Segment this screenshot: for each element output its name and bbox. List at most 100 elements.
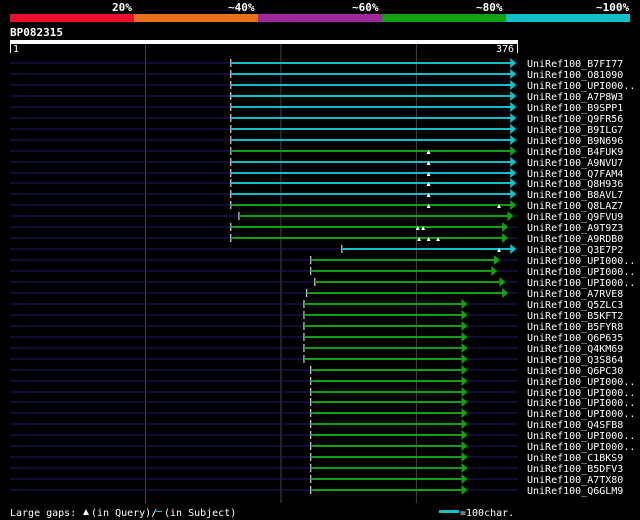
hit-alignment-bar[interactable] — [341, 248, 512, 250]
hit-alignment-bar[interactable] — [310, 445, 463, 447]
hit-alignment-bar[interactable] — [230, 128, 512, 130]
legend-color-segment — [10, 14, 134, 22]
hit-name-link[interactable]: UniRef100_B9N696 — [527, 136, 623, 147]
ruler-start-label: 1 — [13, 44, 19, 55]
gaps-label: Large gaps: — [10, 508, 76, 519]
hit-name-link[interactable]: UniRef100_UPI000.. — [527, 398, 635, 409]
legend-label: 20% — [112, 1, 132, 14]
hit-name-link[interactable]: UniRef100_UPI000.. — [527, 278, 635, 289]
scale-bar — [439, 510, 459, 513]
hit-alignment-bar[interactable] — [230, 139, 512, 141]
legend-label: ~80% — [476, 1, 503, 14]
hit-alignment-bar[interactable] — [230, 237, 504, 239]
hit-name-link[interactable]: UniRef100_Q5ZLC3 — [527, 300, 623, 311]
hit-alignment-bar[interactable] — [310, 467, 463, 469]
hit-name-link[interactable]: UniRef100_Q4KM69 — [527, 344, 623, 355]
hit-name-link[interactable]: UniRef100_Q3E7P2 — [527, 245, 623, 256]
ruler-start-tick — [10, 44, 11, 53]
hit-alignment-bar[interactable] — [230, 106, 512, 108]
hit-name-link[interactable]: UniRef100_A9RDB0 — [527, 234, 623, 245]
hit-alignment-bar[interactable] — [310, 270, 493, 272]
hit-alignment-bar[interactable] — [230, 182, 512, 184]
hit-alignment-bar[interactable] — [230, 73, 512, 75]
hit-name-link[interactable]: UniRef100_UPI000.. — [527, 409, 635, 420]
hit-alignment-bar[interactable] — [230, 161, 512, 163]
legend-color-segment — [258, 14, 382, 22]
hit-name-link[interactable]: UniRef100_B5KFT2 — [527, 311, 623, 322]
hit-alignment-bar[interactable] — [303, 336, 463, 338]
subject-gap-marker-icon — [156, 511, 162, 512]
subject-gap-text: (in Subject) — [164, 508, 236, 519]
hit-alignment-bar[interactable] — [303, 347, 463, 349]
blast-alignment-graphic: 20% ~40% ~60% ~80% ~100% BP082315 1 376 … — [0, 0, 640, 520]
hit-alignment-bar[interactable] — [310, 423, 463, 425]
legend-color-segment — [134, 14, 258, 22]
hit-alignment-bar[interactable] — [310, 391, 463, 393]
query-ruler — [10, 40, 518, 44]
ruler-end-label: 376 — [496, 44, 514, 55]
hit-name-link[interactable]: UniRef100_B9ILG7 — [527, 125, 623, 136]
hit-alignment-bar[interactable] — [230, 226, 504, 228]
hit-alignment-bar[interactable] — [230, 117, 512, 119]
hit-name-link[interactable]: UniRef100_UPI000.. — [527, 431, 635, 442]
hit-name-link[interactable]: UniRef100_A7P8W3 — [527, 92, 623, 103]
hit-name-link[interactable]: UniRef100_A7TX80 — [527, 475, 623, 486]
legend-color-segment — [382, 14, 506, 22]
hit-name-link[interactable]: UniRef100_Q3S864 — [527, 355, 623, 366]
hit-alignment-bar[interactable] — [310, 380, 463, 382]
legend-label: ~100% — [596, 1, 629, 14]
hit-name-link[interactable]: UniRef100_UPI000.. — [527, 81, 635, 92]
hit-alignment-bar[interactable] — [314, 281, 501, 283]
hit-name-link[interactable]: UniRef100_B4FUK9 — [527, 147, 623, 158]
hit-name-link[interactable]: UniRef100_UPI000.. — [527, 442, 635, 453]
hit-name-link[interactable]: UniRef100_A7RVE8 — [527, 289, 623, 300]
hit-alignment-bar[interactable] — [310, 478, 463, 480]
hit-alignment-bar[interactable] — [310, 456, 463, 458]
hit-alignment-bar[interactable] — [230, 62, 512, 64]
hit-alignment-bar[interactable] — [310, 434, 463, 436]
hit-alignment-bar[interactable] — [230, 204, 512, 206]
hit-alignment-bar[interactable] — [310, 412, 463, 414]
hit-alignment-bar[interactable] — [310, 369, 463, 371]
hit-name-link[interactable]: UniRef100_Q6P635 — [527, 333, 623, 344]
hit-name-link[interactable]: UniRef100_B7FI77 — [527, 59, 623, 70]
hit-alignment-bar[interactable] — [310, 401, 463, 403]
hit-alignment-bar[interactable] — [303, 314, 463, 316]
hit-name-link[interactable]: UniRef100_Q8LAZ7 — [527, 201, 623, 212]
scale-label: =100char. — [460, 508, 514, 519]
query-name: BP082315 — [10, 26, 63, 39]
hit-alignment-bar[interactable] — [230, 95, 512, 97]
hit-name-link[interactable]: UniRef100_B5FYR8 — [527, 322, 623, 333]
hit-name-link[interactable]: UniRef100_B8AVL7 — [527, 190, 623, 201]
hit-name-link[interactable]: UniRef100_Q9FR56 — [527, 114, 623, 125]
hit-name-link[interactable]: UniRef100_Q6PC30 — [527, 366, 623, 377]
hit-alignment-bar[interactable] — [238, 215, 509, 217]
hit-name-link[interactable]: UniRef100_UPI000.. — [527, 267, 635, 278]
hit-name-link[interactable]: UniRef100_B5DFV3 — [527, 464, 623, 475]
hit-alignment-bar[interactable] — [303, 303, 463, 305]
hit-name-link[interactable]: UniRef100_Q9FVU9 — [527, 212, 623, 223]
hit-alignment-bar[interactable] — [303, 325, 463, 327]
hit-alignment-bar[interactable] — [230, 172, 512, 174]
hit-name-link[interactable]: UniRef100_UPI000.. — [527, 377, 635, 388]
hit-name-link[interactable]: UniRef100_Q4SFB8 — [527, 420, 623, 431]
hit-name-link[interactable]: UniRef100_Q6GLM9 — [527, 486, 623, 497]
hit-alignment-bar[interactable] — [306, 292, 504, 294]
hit-alignment-bar[interactable] — [230, 84, 512, 86]
query-gap-text: (in Query)/ — [91, 508, 157, 519]
hit-alignment-bar[interactable] — [230, 193, 512, 195]
hit-name-link[interactable]: UniRef100_A9NVU7 — [527, 158, 623, 169]
hit-alignment-bar[interactable] — [303, 358, 463, 360]
hit-name-link[interactable]: UniRef100_B9SPP1 — [527, 103, 623, 114]
hit-name-link[interactable]: UniRef100_Q8H936 — [527, 179, 623, 190]
hit-alignment-bar[interactable] — [230, 150, 512, 152]
legend-label: ~40% — [228, 1, 255, 14]
hit-name-link[interactable]: UniRef100_O81090 — [527, 70, 623, 81]
legend-label: ~60% — [352, 1, 379, 14]
hit-name-link[interactable]: UniRef100_UPI000.. — [527, 256, 635, 267]
hit-alignment-bar[interactable] — [310, 489, 463, 491]
hit-alignment-bar[interactable] — [310, 259, 496, 261]
hit-name-link[interactable]: UniRef100_A9T9Z3 — [527, 223, 623, 234]
hit-name-link[interactable]: UniRef100_C1BKS9 — [527, 453, 623, 464]
ruler-end-tick — [517, 44, 518, 53]
